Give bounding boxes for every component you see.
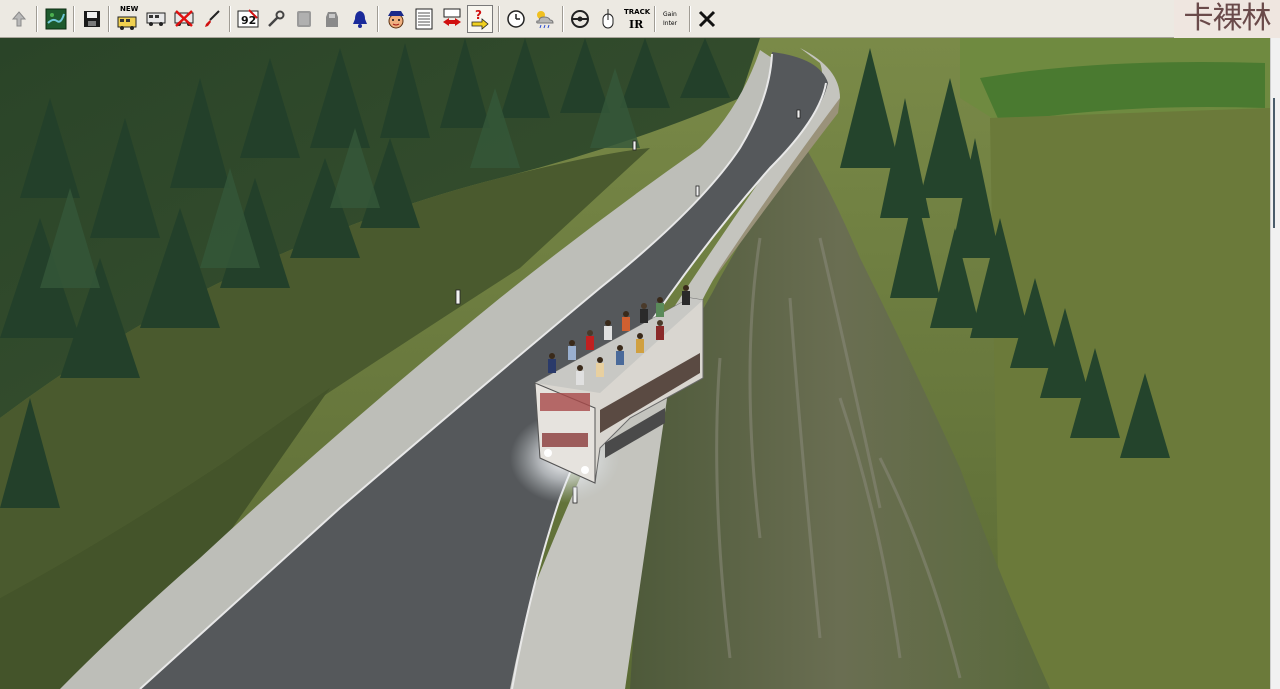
- toolbar-separator: [654, 6, 656, 32]
- swap-arrows-icon: [443, 8, 461, 26]
- scrollbar-thumb[interactable]: [1273, 98, 1275, 228]
- main-toolbar: NEW 92 ? TRACK IR Gain Inter 卡裸林: [0, 0, 1280, 38]
- track-button[interactable]: TRACK IR: [623, 5, 651, 33]
- watermark-logo: 卡裸林: [1174, 0, 1280, 38]
- swap-button[interactable]: [439, 5, 465, 33]
- help-button[interactable]: ?: [467, 5, 493, 33]
- new-vehicle-button[interactable]: NEW: [114, 5, 140, 33]
- wrench-icon: [268, 10, 285, 27]
- scene-render: [0, 38, 1270, 689]
- toolbar-separator: [498, 6, 500, 32]
- weather-icon: [536, 11, 554, 29]
- driver-face-icon: [388, 11, 404, 29]
- toolbar-separator: [377, 6, 379, 32]
- close-icon: [698, 10, 716, 28]
- new-bus-icon: [117, 16, 137, 30]
- map-icon: [45, 8, 67, 30]
- paint-button[interactable]: [199, 5, 225, 33]
- track-label: TRACK: [624, 8, 651, 16]
- clock-button[interactable]: [503, 5, 529, 33]
- help-arrow-icon: ?: [471, 8, 489, 30]
- edit-vehicle-button[interactable]: [143, 5, 169, 33]
- floppy-disk-icon: [84, 11, 100, 27]
- mouse-icon: [602, 9, 614, 29]
- toolbar-separator: [229, 6, 231, 32]
- tools-button[interactable]: [263, 5, 289, 33]
- route-number-button[interactable]: 92: [235, 5, 261, 33]
- timetable-icon: [415, 8, 433, 30]
- options-button[interactable]: Gain Inter: [660, 5, 686, 33]
- toolbar-separator: [73, 6, 75, 32]
- mouse-button[interactable]: [595, 5, 621, 33]
- steering-button[interactable]: [567, 5, 593, 33]
- brush-icon: [205, 10, 220, 27]
- toolbar-separator: [36, 6, 38, 32]
- toolbar-separator: [108, 6, 110, 32]
- ir-label: IR: [629, 18, 644, 31]
- route-number-icon: 92: [237, 9, 259, 28]
- delete-vehicle-button[interactable]: [171, 5, 197, 33]
- gain-label: Gain: [663, 11, 677, 18]
- svg-text:?: ?: [475, 8, 482, 22]
- sign-button[interactable]: [291, 5, 317, 33]
- vertical-scrollbar[interactable]: [1270, 38, 1280, 689]
- up-arrow-button[interactable]: [6, 5, 32, 33]
- close-button[interactable]: [694, 5, 720, 33]
- bus-icon: [146, 12, 166, 26]
- stop-button[interactable]: [319, 5, 345, 33]
- steering-wheel-icon: [571, 10, 589, 28]
- stop-icon: [326, 12, 338, 27]
- inter-label: Inter: [663, 20, 678, 27]
- weather-button[interactable]: [531, 5, 557, 33]
- bell-button[interactable]: [347, 5, 373, 33]
- sign-icon: [297, 11, 311, 27]
- toolbar-separator: [689, 6, 691, 32]
- timetable-button[interactable]: [411, 5, 437, 33]
- toolbar-separator: [562, 6, 564, 32]
- driver-button[interactable]: [383, 5, 409, 33]
- new-label: NEW: [120, 5, 139, 13]
- map-button[interactable]: [43, 5, 69, 33]
- save-button[interactable]: [79, 5, 105, 33]
- up-arrow-icon: [11, 11, 27, 27]
- game-viewport[interactable]: [0, 38, 1270, 689]
- clock-icon: [507, 10, 525, 28]
- bell-icon: [353, 11, 367, 28]
- bus-delete-icon: [174, 10, 194, 27]
